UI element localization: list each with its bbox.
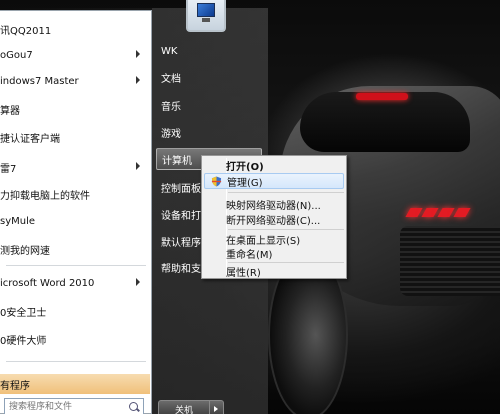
all-programs-button[interactable]: 有程序 [0, 374, 150, 394]
right-item-label: 计算机 [162, 155, 192, 167]
right-item-label: 控制面板 [161, 183, 201, 195]
program-item[interactable]: icrosoft Word 2010 [0, 271, 150, 295]
program-item-label: indows7 Master [0, 75, 79, 87]
context-menu-item-label: 断开网络驱动器(C)... [226, 215, 321, 227]
submenu-arrow-icon [136, 76, 140, 84]
program-item[interactable]: 测我的网速 [0, 237, 150, 261]
all-programs-label: 有程序 [0, 380, 30, 392]
program-item-label: 算器 [0, 105, 20, 117]
submenu-arrow-icon [136, 278, 140, 286]
shield-icon [211, 176, 222, 187]
context-menu-separator [228, 229, 344, 230]
context-menu: 打开(O) 管理(G) 映射网络驱动器(N)... 断开网络驱动器(C)... … [201, 155, 347, 279]
program-item[interactable]: indows7 Master [0, 69, 150, 93]
context-menu-item-label: 重命名(M) [226, 249, 273, 261]
program-item[interactable]: 讯QQ2011 [0, 17, 150, 41]
context-menu-item-properties[interactable]: 属性(R) [204, 263, 344, 279]
shutdown-button[interactable]: 关机 [158, 400, 210, 414]
program-item[interactable]: 算器 [0, 97, 150, 121]
program-item-label: syMule [0, 215, 36, 227]
right-item-label: 默认程序 [161, 237, 201, 249]
right-item-games[interactable]: 游戏 [156, 121, 262, 143]
search-box [4, 398, 144, 414]
search-input[interactable] [5, 400, 123, 414]
right-item-user[interactable]: WK [156, 40, 262, 62]
car-taillight [356, 93, 408, 100]
program-item-label: oGou7 [0, 49, 33, 61]
context-menu-item-rename[interactable]: 重命名(M) [204, 245, 344, 261]
car-windshield [300, 92, 470, 152]
right-item-documents[interactable]: 文档 [156, 66, 262, 88]
divider [6, 361, 146, 362]
context-menu-item-label: 打开(O) [226, 161, 264, 173]
monitor-stand-icon [202, 18, 210, 22]
context-menu-separator [228, 192, 344, 193]
context-menu-item-disconnect-drive[interactable]: 断开网络驱动器(C)... [204, 211, 344, 227]
program-item-label: 0安全卫士 [0, 307, 47, 319]
context-menu-item-open[interactable]: 打开(O) [204, 157, 344, 173]
right-item-music[interactable]: 音乐 [156, 94, 262, 116]
program-item[interactable]: 捷认证客户端 [0, 125, 150, 149]
start-menu-programs-pane: 讯QQ2011 oGou7 indows7 Master 算器 捷认证客户端 雷… [0, 10, 152, 414]
program-item[interactable]: 雷7 [0, 155, 150, 179]
program-item-label: 力抑载电脑上的软件 [0, 190, 90, 202]
search-icon[interactable] [129, 402, 138, 411]
submenu-arrow-icon [136, 50, 140, 58]
divider [6, 265, 146, 266]
program-item[interactable]: 0安全卫士 [0, 299, 150, 323]
submenu-arrow-icon [136, 162, 140, 170]
context-menu-item-label: 属性(R) [226, 267, 261, 279]
program-item-label: 讯QQ2011 [0, 25, 52, 37]
program-item-label: 0硬件大师 [0, 335, 47, 347]
program-item-label: icrosoft Word 2010 [0, 277, 95, 289]
program-item-label: 测我的网速 [0, 245, 50, 257]
user-picture[interactable] [186, 0, 226, 32]
monitor-icon [197, 3, 215, 17]
car-grille [400, 226, 500, 296]
program-item[interactable]: oGou7 [0, 43, 150, 67]
context-menu-item-map-drive[interactable]: 映射网络驱动器(N)... [204, 196, 344, 212]
program-item[interactable]: syMule [0, 209, 150, 233]
program-item[interactable]: 0硬件大师 [0, 327, 150, 351]
context-menu-item-label: 映射网络驱动器(N)... [226, 200, 321, 212]
right-item-label: 音乐 [161, 101, 181, 113]
program-item[interactable]: 力抑载电脑上的软件 [0, 182, 150, 206]
right-item-label: WK [161, 45, 178, 57]
right-item-label: 文档 [161, 73, 181, 85]
context-menu-item-manage[interactable]: 管理(G) [204, 173, 344, 189]
right-item-label: 设备和打 [161, 210, 201, 222]
program-item-label: 雷7 [0, 163, 17, 175]
right-item-label: 游戏 [161, 128, 181, 140]
program-item-label: 捷认证客户端 [0, 133, 60, 145]
right-item-label: 帮助和支 [161, 263, 201, 275]
shutdown-label: 关机 [174, 405, 193, 414]
context-menu-item-label: 管理(G) [227, 177, 263, 189]
shutdown-options-button[interactable] [210, 400, 224, 414]
